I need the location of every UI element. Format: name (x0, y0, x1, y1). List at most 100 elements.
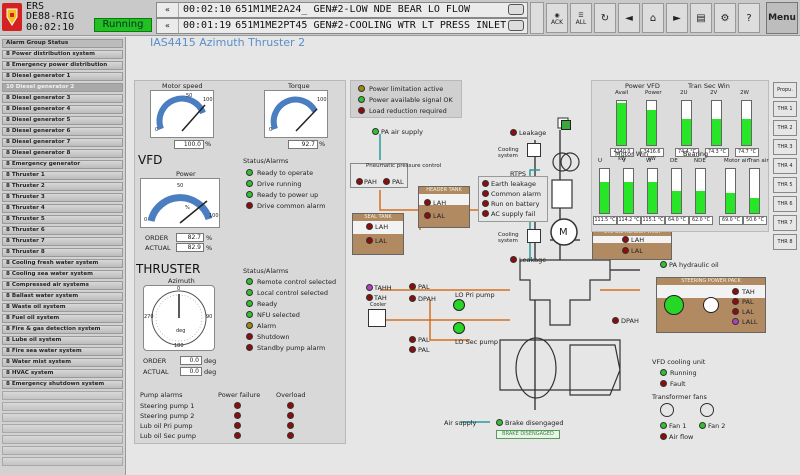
vfd-order-value: 82.7 (176, 233, 204, 242)
sidebar-item[interactable]: 8 Diesel generator 8 (2, 149, 123, 158)
motor-speed-value: 100.0 (174, 140, 204, 149)
sidebar-empty-slot (2, 402, 123, 411)
sidebar-item[interactable]: 8 Lube oil system (2, 336, 123, 345)
menu-button[interactable]: Menu (766, 2, 798, 34)
heat-exchanger-icon (527, 229, 541, 243)
lo-pri-pump-icon (453, 299, 465, 311)
alarm-time: 00:02:10 (183, 4, 232, 15)
alarm-toggle-icon[interactable] (508, 20, 524, 31)
bar-value: 50.6 °C (743, 216, 767, 225)
sidebar-item[interactable]: 8 Cooling sea water system (2, 270, 123, 279)
ack-button[interactable]: ◉ ACK (546, 3, 568, 33)
bar-value: 111.5 °C (593, 216, 617, 225)
sidebar-item[interactable]: 8 Thruster 1 (2, 171, 123, 180)
sidebar-item[interactable]: 8 Fire & gas detection system (2, 325, 123, 334)
fan-icon (660, 403, 674, 417)
sidebar-item[interactable]: 8 Emergency power distribution (2, 61, 123, 70)
bar-label: Motor air (724, 158, 749, 164)
sidebar-item[interactable]: 8 Power distribution system (2, 50, 123, 59)
clock: 00:02:10 (26, 22, 75, 33)
bar-label: Avail (615, 90, 629, 96)
alarm-text: 651M1ME2A24_ GEN#2-LOW NDE BEAR LO FLOW (235, 4, 470, 15)
thr-nav-button[interactable]: THR 2 (773, 120, 797, 136)
sidebar-item[interactable]: 8 Cooling fresh water system (2, 259, 123, 268)
sidebar-item[interactable]: 8 Diesel generator 3 (2, 94, 123, 103)
bar (681, 100, 692, 146)
print-icon[interactable]: ▤ (690, 3, 712, 33)
sidebar-item[interactable]: 8 Diesel generator 7 (2, 138, 123, 147)
sidebar-empty-slot (2, 424, 123, 433)
sidebar-header: Alarm Group Status (2, 39, 123, 48)
alarm-scroll[interactable] (530, 2, 544, 34)
sidebar-item[interactable]: 8 Fuel oil system (2, 314, 123, 323)
refresh-icon[interactable]: ↻ (594, 3, 616, 33)
sidebar-item[interactable]: 8 Thruster 6 (2, 226, 123, 235)
thr-nav-button[interactable]: THR 4 (773, 158, 797, 174)
thr-nav-button[interactable]: THR 3 (773, 139, 797, 155)
bar-value: 62.0 °C (689, 216, 713, 225)
sidebar-empty-slot (2, 457, 123, 466)
chevron-double-left-icon[interactable]: « (157, 3, 179, 17)
running-status-badge: Running (94, 18, 152, 32)
torque-label: Torque (288, 82, 310, 90)
thr-nav-button[interactable]: THR 5 (773, 177, 797, 193)
sidebar-item[interactable]: 8 Diesel generator 4 (2, 105, 123, 114)
thr-nav-button[interactable]: THR 1 (773, 101, 797, 117)
alarm-row-1[interactable]: « 00:02:10 651M1ME2A24_ GEN#2-LOW NDE BE… (156, 2, 528, 18)
sidebar-item[interactable]: 8 Waste oil system (2, 303, 123, 312)
thr-nav-button[interactable]: THR 6 (773, 196, 797, 212)
bar (671, 168, 682, 214)
torque-gauge: 100 0 (264, 90, 328, 138)
sidebar-item[interactable]: 8 Thruster 7 (2, 237, 123, 246)
brake-disengaged-button[interactable]: BRAKE DISENGAGED (496, 430, 560, 439)
sidebar-item[interactable]: 8 Diesel generator 1 (2, 72, 123, 81)
sidebar-item[interactable]: 8 Thruster 5 (2, 215, 123, 224)
forward-icon[interactable]: ► (666, 3, 688, 33)
motor-speed-gauge: 100 50 0 (150, 90, 214, 138)
sidebar-item[interactable]: 8 Fire sea water system (2, 347, 123, 356)
sidebar-item[interactable]: 8 Thruster 8 (2, 248, 123, 257)
alarm-group-sidebar: Alarm Group Status 8 Power distribution … (0, 37, 126, 475)
bar (749, 168, 760, 214)
sidebar-empty-slot (2, 446, 123, 455)
company-logo (2, 3, 22, 31)
sidebar-item[interactable]: 8 Emergency generator (2, 160, 123, 169)
bar-value: 115.1 °C (641, 216, 665, 225)
header-tank: HEADER TANK (418, 186, 470, 228)
sidebar-item[interactable]: 8 Thruster 4 (2, 204, 123, 213)
help-icon[interactable]: ? (738, 3, 760, 33)
sidebar-item[interactable]: 8 Emergency shutdown system (2, 380, 123, 389)
sidebar-empty-slot (2, 391, 123, 400)
bar-label: Power (645, 90, 662, 96)
seal-tank: SEAL TANK (352, 213, 404, 255)
thruster-heading: THRUSTER (136, 262, 201, 276)
settings-icon[interactable]: ⚙ (714, 3, 736, 33)
alarm-row-2[interactable]: « 00:01:19 651M1ME2PT45 GEN#2-COOLING WT… (156, 18, 528, 34)
sidebar-empty-slot (2, 435, 123, 444)
sidebar-item[interactable]: 8 HVAC system (2, 369, 123, 378)
bar (646, 100, 657, 146)
sidebar-item[interactable]: 8 Ballast water system (2, 292, 123, 301)
sidebar-item[interactable]: 10 Diesel generator 2 (2, 83, 123, 92)
lo-sec-pump-icon (453, 322, 465, 334)
led (358, 96, 365, 103)
sidebar-item[interactable]: 8 Compressed air systems (2, 281, 123, 290)
sidebar-item[interactable]: 8 Diesel generator 5 (2, 116, 123, 125)
sidebar-item[interactable]: 8 Water mist system (2, 358, 123, 367)
bar-label: U (598, 158, 603, 164)
chevron-double-left-icon[interactable]: « (157, 19, 179, 33)
sidebar-item[interactable]: 8 Thruster 3 (2, 193, 123, 202)
show-all-button[interactable]: ☰ ALL (570, 3, 592, 33)
station-name: DE88-RIG (26, 11, 75, 22)
bar-value: 64.0 °C (665, 216, 689, 225)
sidebar-item[interactable]: 8 Diesel generator 6 (2, 127, 123, 136)
thr-nav-button[interactable]: Propu. (773, 82, 797, 98)
sidebar-item[interactable]: 8 Thruster 2 (2, 182, 123, 191)
cooler-icon (368, 309, 386, 327)
home-icon[interactable]: ⌂ (642, 3, 664, 33)
back-icon[interactable]: ◄ (618, 3, 640, 33)
thr-nav-button[interactable]: THR 8 (773, 234, 797, 250)
vfd-actual-value: 82.9 (176, 243, 204, 252)
alarm-toggle-icon[interactable] (508, 4, 524, 15)
thr-nav-button[interactable]: THR 7 (773, 215, 797, 231)
